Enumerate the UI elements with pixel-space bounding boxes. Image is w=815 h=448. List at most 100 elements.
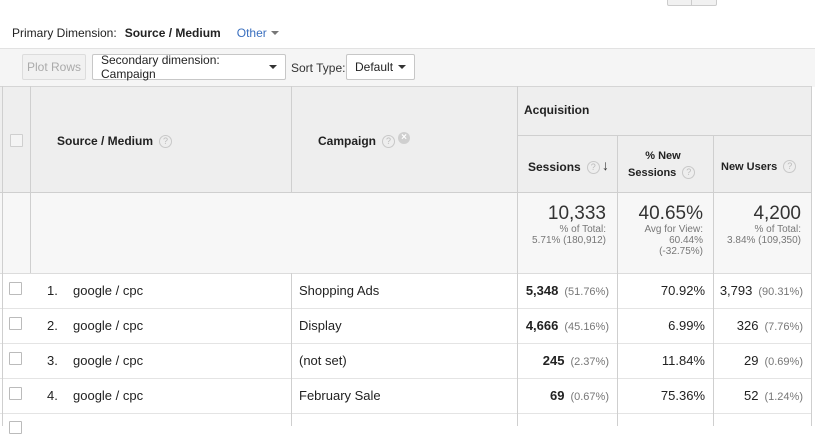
total-caption: (-32.75%) [659,246,703,257]
help-icon[interactable]: ? [159,135,173,148]
remove-secondary-dimension-icon[interactable]: × [398,132,410,144]
row-index: 4. [47,388,58,403]
row-source-medium-link[interactable]: google / cpc [73,283,143,298]
column-divider [517,86,518,426]
total-new-sessions: 40.65% Avg for View: 60.44% (-32.75%) [620,203,703,258]
row-index: 3. [47,353,58,368]
column-label: % New [645,150,681,162]
other-label: Other [236,26,267,40]
sort-descending-icon[interactable]: ↓ [602,157,609,173]
row-new-users: 52 (1.24%) [716,388,803,403]
table-toolbar: Plot Rows Secondary dimension: Campaign … [0,48,815,87]
total-sessions: 10,333 % of Total: 5.71% (180,912) [520,203,606,247]
row-new-sessions: 6.99% [668,318,705,333]
select-all-checkbox[interactable] [10,134,23,147]
column-label: New Users [721,161,778,173]
new-users-value: 29 [744,353,759,368]
column-label: Campaign [318,134,377,148]
column-divider [291,273,292,426]
table-row: 4. google / cpc February Sale 69 (0.67%) … [0,378,812,414]
column-header-source-medium[interactable]: Source / Medium? [57,134,173,148]
column-divider [617,135,618,426]
plot-rows-button[interactable]: Plot Rows [22,54,86,80]
column-divider [713,135,714,426]
new-users-percent: (7.76%) [764,321,803,333]
table-row: 3. google / cpc (not set) 245 (2.37%) 11.… [0,343,812,379]
column-header-new-users[interactable]: New Users? [721,160,797,173]
secondary-dimension-label: Secondary dimension: Campaign [101,53,220,81]
column-header-new-sessions[interactable]: % New Sessions? [624,148,712,182]
group-divider [518,135,812,136]
sessions-value: 69 [550,388,565,403]
row-campaign-link[interactable]: (not set) [299,353,347,368]
new-users-percent: (90.31%) [758,286,803,298]
chevron-down-icon [269,65,277,69]
top-button-group[interactable] [667,0,717,6]
row-new-users: 29 (0.69%) [716,353,803,368]
row-new-users: 3,793 (90.31%) [716,283,803,298]
secondary-dimension-select[interactable]: Secondary dimension: Campaign [92,53,286,81]
sessions-percent: (0.67%) [570,391,609,403]
row-checkbox[interactable] [9,387,22,400]
primary-dimension-source-medium[interactable]: Source / Medium [125,26,221,40]
column-divider [291,86,292,193]
total-caption: 60.44% [669,235,703,246]
row-source-medium-link[interactable]: google / cpc [73,318,143,333]
total-caption: % of Total: [754,224,801,235]
row-checkbox[interactable] [9,421,22,434]
new-users-value: 3,793 [719,283,753,298]
primary-dimension-other-dropdown[interactable]: Other [237,26,279,40]
help-icon[interactable]: ? [783,160,797,173]
column-divider [811,86,812,426]
sort-type-select[interactable]: Default [346,54,415,80]
table-row: 1. google / cpc Shopping Ads 5,348 (51.76… [0,273,812,309]
total-caption: % of Total: [559,224,606,235]
column-divider [30,86,31,273]
row-index: 2. [47,318,58,333]
column-label: Source / Medium [57,134,154,148]
new-users-percent: (1.24%) [764,391,803,403]
sessions-percent: (51.76%) [564,286,609,298]
row-sessions: 245 (2.37%) [520,353,609,368]
total-value: 10,333 [547,203,606,224]
row-new-sessions: 11.84% [661,353,705,368]
sessions-percent: (2.37%) [570,356,609,368]
sort-type-value: Default [355,60,394,74]
new-users-value: 52 [744,388,759,403]
column-header-sessions[interactable]: Sessions? [528,160,600,174]
help-icon[interactable]: ? [382,135,396,148]
table-row: 2. google / cpc Display 4,666 (45.16%) 6.… [0,308,812,344]
new-users-percent: (0.69%) [764,356,803,368]
row-campaign-link[interactable]: Display [299,318,342,333]
table-header: Source / Medium? Campaign? × Acquisition… [0,86,812,193]
primary-dimension-label: Primary Dimension: [12,26,117,40]
chevron-down-icon [270,31,279,35]
row-sessions: 69 (0.67%) [520,388,609,403]
row-index: 1. [47,283,58,298]
row-source-medium-link[interactable]: google / cpc [73,388,143,403]
total-caption: 3.84% (109,350) [727,235,801,246]
column-divider [2,86,3,426]
total-value: 40.65% [638,203,703,224]
column-header-campaign[interactable]: Campaign? [318,134,396,148]
row-sessions: 4,666 (45.16%) [520,318,609,333]
new-users-value: 326 [736,318,759,333]
help-icon[interactable]: ? [682,166,696,179]
row-source-medium-link[interactable]: google / cpc [73,353,143,368]
total-new-users: 4,200 % of Total: 3.84% (109,350) [716,204,801,247]
chevron-down-icon [398,65,406,69]
row-campaign-link[interactable]: February Sale [299,388,381,403]
total-caption: Avg for View: [644,224,703,235]
row-checkbox[interactable] [9,282,22,295]
column-label: Sessions [528,160,581,174]
sort-type-label: Sort Type: [291,61,346,75]
row-sessions: 5,348 (51.76%) [520,283,609,298]
row-campaign-link[interactable]: Shopping Ads [299,283,379,298]
row-new-sessions: 75.36% [660,388,705,403]
sessions-value: 245 [542,353,565,368]
help-icon[interactable]: ? [586,161,600,174]
row-new-sessions: 70.92% [660,283,705,298]
total-caption: 5.71% (180,912) [532,235,606,246]
row-checkbox[interactable] [9,352,22,365]
row-checkbox[interactable] [9,317,22,330]
